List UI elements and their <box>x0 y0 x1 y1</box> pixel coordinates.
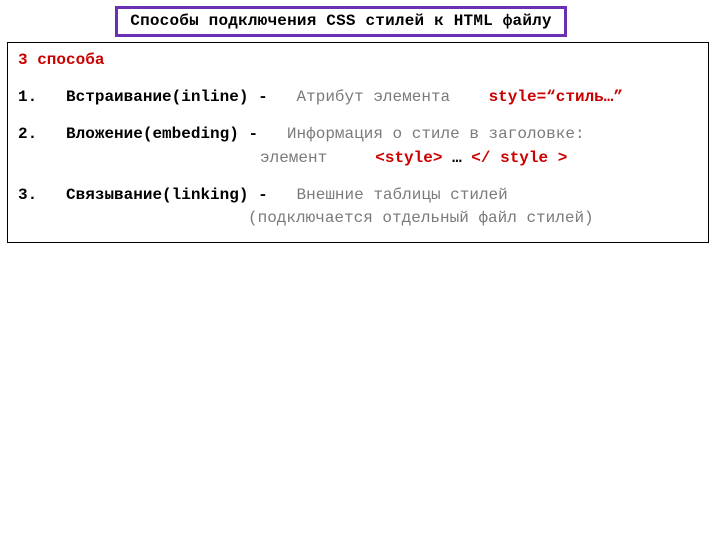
item3-line2: (подключается отдельный файл стилей) <box>248 209 594 227</box>
content-box: 3 способа 1. Встраивание(inline) - Атриб… <box>7 42 709 243</box>
page-title: Способы подключения CSS стилей к HTML фа… <box>130 12 551 30</box>
title-box: Способы подключения CSS стилей к HTML фа… <box>115 6 567 37</box>
item3-desc: Внешние таблицы стилей <box>297 186 508 204</box>
item1-label: Встраивание(inline) <box>66 88 248 106</box>
item2-line2: элемент <style> … </ style > <box>260 147 698 170</box>
item2-code-open: <style> <box>375 149 442 167</box>
item2-line2-prefix: элемент <box>260 149 327 167</box>
heading-3-ways: 3 способа <box>18 51 104 69</box>
item3-line2-row: (подключается отдельный файл стилей) <box>248 207 698 230</box>
item2-desc: Информация о стиле в заголовке: <box>287 125 585 143</box>
item3-dash: - <box>258 186 268 204</box>
item2-label: Вложение(embeding) <box>66 125 239 143</box>
list-item: 1. Встраивание(inline) - Атрибут элемент… <box>18 86 698 109</box>
list-item: 3. Связывание(linking) - Внешние таблицы… <box>18 184 698 207</box>
list-item: 2. Вложение(embeding) - Информация о сти… <box>18 123 698 146</box>
item2-code-mid: … <box>452 149 471 167</box>
item1-number: 1. <box>18 88 37 106</box>
item2-dash: - <box>248 125 258 143</box>
item2-code-close: </ style > <box>471 149 567 167</box>
item2-number: 2. <box>18 125 37 143</box>
item3-number: 3. <box>18 186 37 204</box>
item1-desc: Атрибут элемента <box>297 88 451 106</box>
item1-code: style=“стиль…” <box>489 88 623 106</box>
item3-label: Связывание(linking) <box>66 186 248 204</box>
item1-dash: - <box>258 88 268 106</box>
